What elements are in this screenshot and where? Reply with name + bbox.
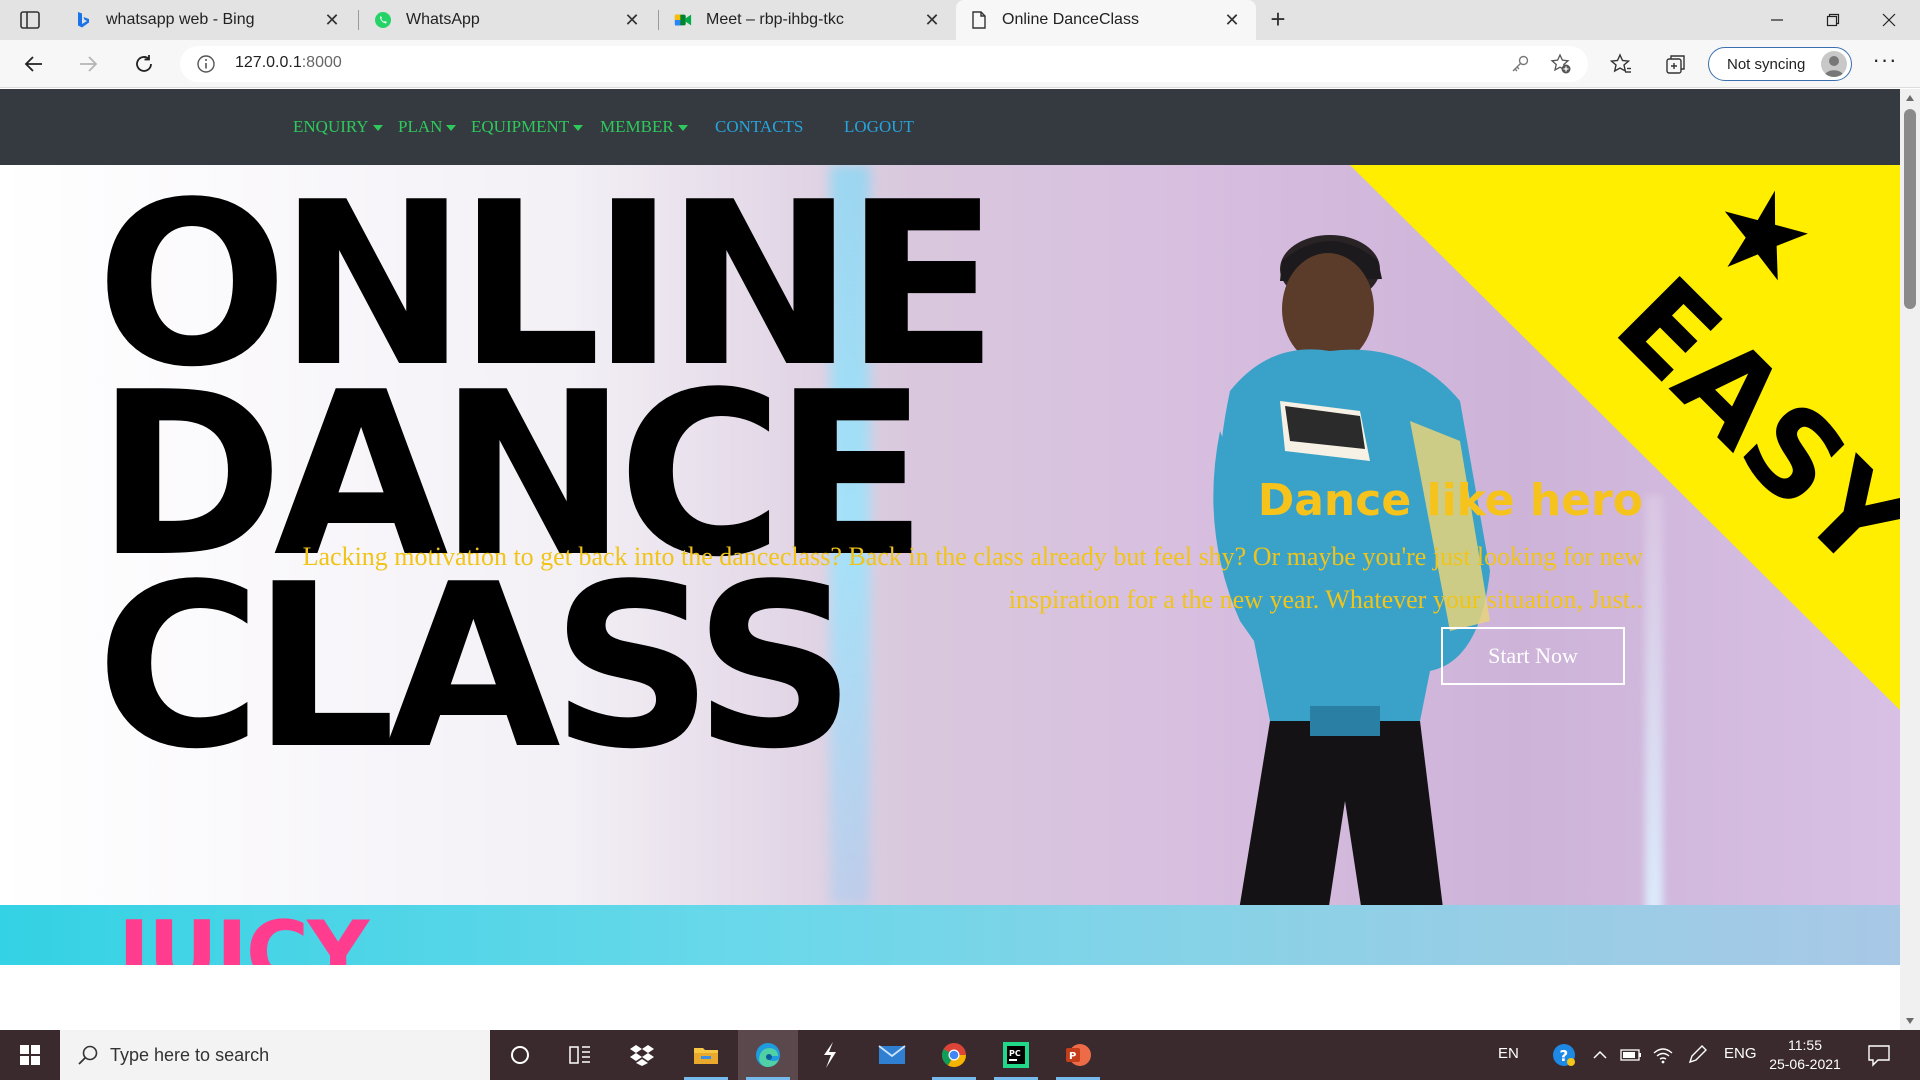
chrome-icon[interactable] [924,1030,984,1080]
back-arrow-icon[interactable] [18,48,50,80]
tab-title: WhatsApp [406,11,480,28]
tab-actions-icon[interactable] [18,9,42,31]
tab-strip: whatsapp web - Bing ✕ WhatsApp ✕ Meet – … [0,0,1920,40]
nav-plan-dropdown[interactable]: PLAN [398,117,457,137]
language-indicator[interactable]: ENG [1724,1045,1757,1062]
refresh-icon[interactable] [128,48,160,80]
whatsapp-icon [374,11,392,29]
close-icon[interactable]: ✕ [922,10,942,30]
address-toolbar: 127.0.0.1:8000 Not syncing ··· [0,40,1920,88]
nav-logout-link[interactable]: LOGOUT [844,117,914,137]
site-info-icon[interactable] [196,54,216,74]
collections-icon[interactable] [1662,50,1690,78]
nav-contacts-link[interactable]: CONTACTS [715,117,803,137]
page-icon [970,11,988,29]
cortana-icon[interactable] [490,1030,550,1080]
nav-label: ENQUIRY [293,117,369,136]
avatar [1821,51,1847,77]
tab-title: whatsapp web - Bing [106,11,255,28]
hero-carousel: EASY ONLINE DANCE CLASS JUICY Dance like… [0,165,1900,965]
tab-meet[interactable]: Meet – rbp-ihbg-tkc ✕ [660,0,956,40]
task-view-icon[interactable] [550,1030,610,1080]
tab-separator [358,10,359,30]
close-window-icon[interactable] [1866,0,1912,40]
nav-label: EQUIPMENT [471,117,570,136]
key-icon[interactable] [1510,54,1530,74]
url-host: 127.0.0.1 [235,54,302,71]
tab-online-danceclass[interactable]: Online DanceClass ✕ [956,0,1256,40]
page-scrollbar[interactable] [1900,89,1920,1030]
close-icon[interactable]: ✕ [622,10,642,30]
language-indicator-short[interactable]: EN [1498,1045,1519,1062]
forward-arrow-icon[interactable] [72,48,104,80]
tab-separator [658,10,659,30]
tab-bing[interactable]: whatsapp web - Bing ✕ [60,0,356,40]
clock-time: 11:55 [1788,1037,1822,1053]
google-meet-icon [674,11,692,29]
hero-description: Lacking motivation to get back into the … [302,542,1643,614]
url-text: 127.0.0.1:8000 [235,54,342,72]
clock-date: 25-06-2021 [1769,1056,1841,1072]
minimize-icon[interactable] [1754,0,1800,40]
address-bar[interactable]: 127.0.0.1:8000 [180,46,1588,82]
windows-start-icon[interactable] [0,1030,60,1080]
scroll-down-icon[interactable] [1906,1018,1914,1024]
file-explorer-icon[interactable] [676,1030,736,1080]
system-clock[interactable]: 11:55 25-06-2021 [1762,1036,1848,1074]
more-options-icon[interactable]: ··· [1870,49,1900,76]
battery-icon[interactable] [1614,1030,1648,1080]
caret-down-icon [446,125,457,132]
nav-label: MEMBER [600,117,674,136]
dropbox-icon[interactable] [612,1030,672,1080]
tab-title: Meet – rbp-ihbg-tkc [706,11,844,28]
mail-icon[interactable] [862,1030,922,1080]
close-icon[interactable]: ✕ [1222,10,1242,30]
start-now-button[interactable]: Start Now [1441,627,1625,685]
scroll-up-icon[interactable] [1906,95,1914,101]
powerpoint-icon[interactable]: P [1048,1030,1108,1080]
svg-text:PC: PC [1009,1049,1021,1058]
bing-icon [74,11,92,29]
restore-icon[interactable] [1810,0,1856,40]
wifi-icon[interactable] [1646,1030,1680,1080]
search-icon [76,1043,100,1067]
new-tab-button[interactable]: + [1264,6,1292,34]
juicy-banner-text: JUICY [118,903,369,965]
nav-member-dropdown[interactable]: MEMBER [600,117,688,137]
site-navbar: ENQUIRY PLAN EQUIPMENT MEMBER CONTACTS L… [0,89,1900,165]
windows-taskbar: Type here to search PC P EN ? ENG 11:55 … [0,1030,1920,1080]
close-icon[interactable]: ✕ [322,10,342,30]
add-favorite-icon[interactable] [1550,53,1572,75]
caret-down-icon [573,125,584,132]
caret-down-icon [677,125,688,132]
notification-center-icon[interactable] [1866,1042,1892,1068]
tab-whatsapp[interactable]: WhatsApp ✕ [360,0,656,40]
tab-title: Online DanceClass [1002,11,1139,28]
edge-browser-icon[interactable] [738,1030,798,1080]
url-port: :8000 [301,54,342,71]
favorites-icon[interactable] [1607,50,1635,78]
chevron-up-icon[interactable] [1584,1030,1616,1080]
sway-app-icon[interactable] [800,1030,860,1080]
caret-down-icon [372,125,383,132]
sync-status-label: Not syncing [1727,55,1806,73]
taskbar-search-input[interactable]: Type here to search [60,1030,490,1080]
pen-icon[interactable] [1680,1030,1714,1080]
nav-enquiry-dropdown[interactable]: ENQUIRY [293,117,383,137]
nav-label: PLAN [398,117,443,136]
scrollbar-thumb[interactable] [1904,109,1916,309]
hero-heading: Dance like hero [1257,475,1643,526]
nav-equipment-dropdown[interactable]: EQUIPMENT [471,117,584,137]
profile-sync-button[interactable]: Not syncing [1708,47,1852,81]
svg-text:P: P [1069,1051,1076,1062]
svg-text:?: ? [1560,1047,1569,1065]
pycharm-icon[interactable]: PC [986,1030,1046,1080]
page-viewport: ENQUIRY PLAN EQUIPMENT MEMBER CONTACTS L… [0,89,1900,1030]
search-placeholder: Type here to search [110,1044,270,1065]
help-icon[interactable]: ? [1544,1030,1584,1080]
